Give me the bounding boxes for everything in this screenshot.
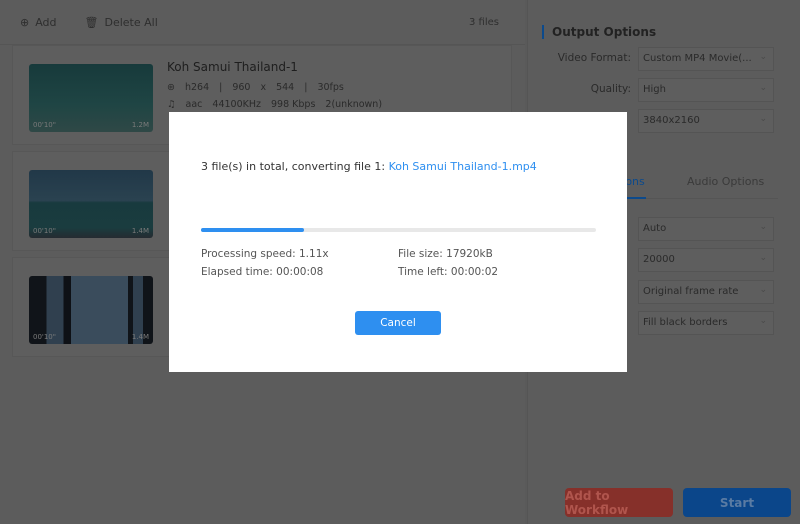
- video-format-select[interactable]: Custom MP4 Movie(... ⌄: [638, 47, 774, 71]
- quality-select[interactable]: High ⌄: [638, 78, 774, 102]
- chevron-down-icon: ⌄: [759, 253, 767, 263]
- toolbar: ⊕ Add 🗑 Delete All 3 files: [0, 0, 525, 45]
- processing-speed: Processing speed: 1.11x: [201, 248, 329, 260]
- files-count: 3 files: [469, 16, 499, 28]
- delete-all-button[interactable]: 🗑 Delete All: [85, 16, 158, 29]
- progress-fill: [201, 228, 304, 232]
- video-thumbnail[interactable]: 00'10" 1.4M: [29, 276, 153, 344]
- resolution-select[interactable]: 3840x2160 ⌄: [638, 109, 774, 133]
- video-thumbnail[interactable]: 00'10" 1.2M: [29, 64, 153, 132]
- bitrate-select[interactable]: 20000 ⌄: [638, 248, 774, 272]
- add-to-workflow-button[interactable]: Add to Workflow: [565, 488, 673, 517]
- cancel-button[interactable]: Cancel: [355, 311, 441, 335]
- video-thumbnail[interactable]: 00'10" 1.4M: [29, 170, 153, 238]
- file-name: Koh Samui Thailand-1: [167, 60, 298, 74]
- current-file-name: Koh Samui Thailand-1.mp4: [388, 160, 537, 173]
- tab-audio-options[interactable]: Audio Options: [687, 175, 764, 188]
- chevron-down-icon: ⌄: [759, 83, 767, 93]
- chevron-down-icon: ⌄: [759, 52, 767, 62]
- progress-message: 3 file(s) in total, converting file 1: K…: [201, 160, 537, 173]
- output-options-title: Output Options: [542, 25, 656, 39]
- chevron-down-icon: ⌄: [759, 222, 767, 232]
- file-size: File size: 17920kB: [398, 248, 493, 260]
- start-button[interactable]: Start: [683, 488, 791, 517]
- chevron-down-icon: ⌄: [759, 114, 767, 124]
- zoom-mode-select[interactable]: Fill black borders ⌄: [638, 311, 774, 335]
- progress-bar: [201, 228, 596, 232]
- chevron-down-icon: ⌄: [759, 316, 767, 326]
- time-left: Time left: 00:00:02: [398, 266, 499, 278]
- video-meta: ⊛ h264 | 960 x 544 | 30fps: [167, 82, 344, 93]
- elapsed-time: Elapsed time: 00:00:08: [201, 266, 324, 278]
- conversion-progress-dialog: 3 file(s) in total, converting file 1: K…: [169, 112, 627, 372]
- audio-icon: ♫: [167, 99, 176, 110]
- plus-circle-icon: ⊕: [20, 15, 30, 29]
- encoder-select[interactable]: Auto ⌄: [638, 217, 774, 241]
- audio-meta: ♫ aac 44100KHz 998 Kbps 2(unknown): [167, 99, 383, 110]
- trash-icon: 🗑: [84, 15, 99, 29]
- chevron-down-icon: ⌄: [759, 285, 767, 295]
- film-reel-icon: ⊛: [167, 82, 175, 93]
- add-button[interactable]: ⊕ Add: [20, 16, 57, 29]
- frame-rate-select[interactable]: Original frame rate ⌄: [638, 280, 774, 304]
